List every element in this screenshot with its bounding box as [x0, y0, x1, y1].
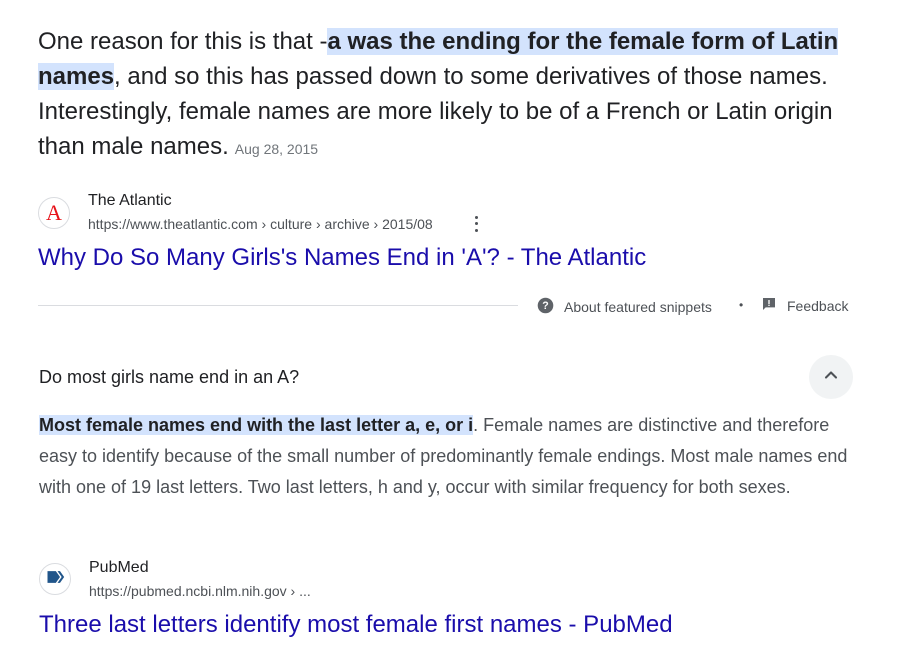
- source-url-pubmed[interactable]: https://pubmed.ncbi.nlm.nih.gov › ...: [89, 583, 311, 599]
- footer-separator: •: [739, 298, 744, 312]
- more-vert-icon[interactable]: [471, 214, 481, 234]
- about-featured-snippets-link[interactable]: ? About featured snippets: [537, 297, 712, 317]
- feedback-label: Feedback: [787, 297, 849, 314]
- snippet-date: Aug 28, 2015: [234, 141, 319, 157]
- collapse-question-button[interactable]: [809, 355, 853, 399]
- feedback-icon: [761, 296, 777, 315]
- divider: [38, 305, 518, 306]
- pubmed-favicon[interactable]: [39, 563, 71, 595]
- snippet-suffix: , and so this has passed down to some de…: [38, 63, 833, 160]
- related-answer: Most female names end with the last lett…: [39, 410, 869, 503]
- snippet-prefix: One reason for this is that -: [38, 28, 328, 55]
- answer-highlight: Most female names end with the last lett…: [39, 415, 474, 435]
- atlantic-logo-icon: A: [46, 200, 62, 225]
- svg-text:?: ?: [542, 300, 548, 312]
- result-title-pubmed[interactable]: Three last letters identify most female …: [39, 611, 673, 639]
- feedback-link[interactable]: Feedback: [761, 296, 848, 315]
- source-name-pubmed[interactable]: PubMed: [89, 559, 149, 577]
- pubmed-logo-icon: [45, 567, 65, 592]
- help-circle-icon: ?: [537, 297, 554, 317]
- about-featured-snippets-label: About featured snippets: [564, 299, 712, 315]
- source-name-atlantic[interactable]: The Atlantic: [88, 192, 172, 210]
- source-url-atlantic[interactable]: https://www.theatlantic.com › culture › …: [88, 216, 433, 232]
- featured-snippet-text: One reason for this is that -a was the e…: [38, 24, 868, 167]
- related-question[interactable]: Do most girls name end in an A?: [39, 367, 299, 388]
- result-title-atlantic[interactable]: Why Do So Many Girls's Names End in 'A'?…: [38, 244, 646, 272]
- atlantic-favicon[interactable]: A: [38, 197, 70, 229]
- chevron-up-icon: [821, 365, 841, 390]
